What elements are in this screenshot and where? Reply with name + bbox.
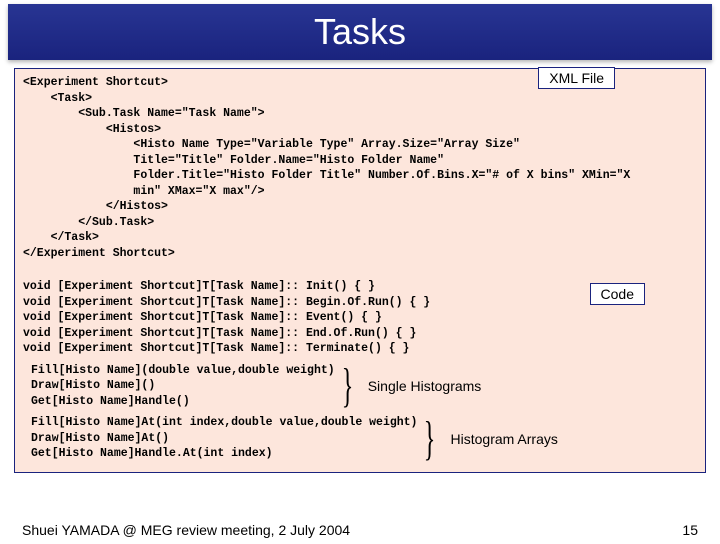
- histogram-arrays-code: Fill[Histo Name]At(int index,double valu…: [31, 415, 417, 462]
- xml-snippet: <Experiment Shortcut> <Task> <Sub.Task N…: [23, 75, 697, 261]
- label-histogram-arrays: Histogram Arrays: [451, 431, 558, 447]
- slide-title: Tasks: [314, 11, 406, 53]
- brace-icon: }: [424, 427, 438, 451]
- footer: Shuei YAMADA @ MEG review meeting, 2 Jul…: [0, 522, 720, 538]
- footer-author: Shuei YAMADA @ MEG review meeting, 2 Jul…: [22, 522, 350, 538]
- single-histogram-code: Fill[Histo Name](double value,double wei…: [31, 363, 335, 410]
- brace-icon: }: [341, 374, 355, 398]
- title-bar: Tasks: [8, 4, 712, 60]
- single-histogram-group: Fill[Histo Name](double value,double wei…: [31, 363, 697, 410]
- label-single-histograms: Single Histograms: [368, 378, 482, 394]
- content-box: XML File Code <Experiment Shortcut> <Tas…: [14, 68, 706, 473]
- label-xml-file: XML File: [538, 67, 615, 89]
- page-number: 15: [682, 522, 698, 538]
- label-code: Code: [590, 283, 645, 305]
- histogram-arrays-group: Fill[Histo Name]At(int index,double valu…: [31, 415, 697, 462]
